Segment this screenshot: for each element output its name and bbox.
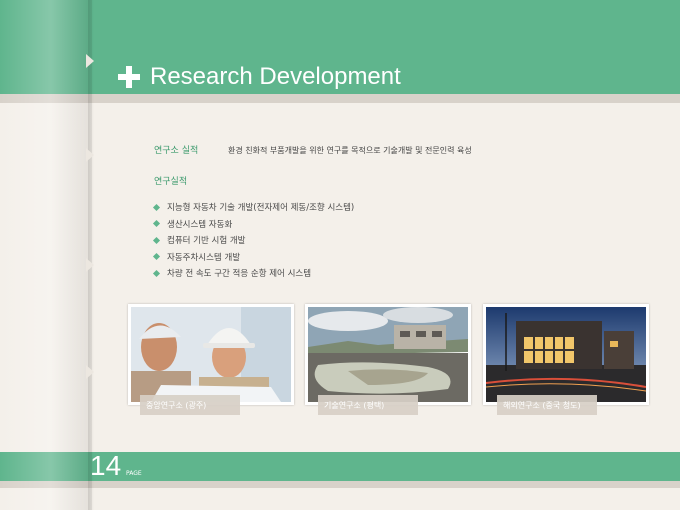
page-number: 14 (90, 450, 122, 481)
photo-engineers (128, 304, 294, 405)
photo-tech-lab (305, 304, 471, 405)
list-item: 생산시스템 자동화 (152, 216, 354, 233)
book-spine (0, 0, 92, 510)
achievement-list: 지능형 자동차 기술 개발(전자제어 제동/조향 시스템) 생산시스템 자동화 … (152, 199, 355, 282)
engineers-image (131, 307, 291, 402)
bullet-icon (152, 203, 161, 211)
intro-text: 환경 친화적 부품개발을 위한 연구를 목적으로 기술개발 및 전문인력 육성 (228, 146, 472, 155)
page-header: Research Development (118, 60, 401, 94)
page-notch (86, 365, 94, 379)
photo-caption: 기술연구소 (평택) (318, 395, 418, 415)
list-item-text: 생산시스템 자동화 (167, 219, 233, 230)
list-item: 지능형 자동차 기술 개발(전자제어 제동/조향 시스템) (152, 199, 355, 216)
spine-shadow (88, 0, 94, 510)
page-title: Research Development (150, 63, 401, 90)
photo-caption: 중앙연구소 (광주) (140, 395, 240, 415)
page-label: PAGE (126, 470, 142, 477)
page-notch (86, 54, 94, 68)
list-item-text: 차량 전 속도 구간 적응 순항 제어 시스템 (167, 269, 312, 280)
page: Research Development 연구소 실적 환경 친화적 부품개발을… (0, 0, 680, 510)
list-item-text: 지능형 자동차 기술 개발(전자제어 제동/조향 시스템) (167, 203, 355, 214)
plus-icon (118, 66, 140, 88)
tech-lab-image (308, 307, 468, 402)
intro-row: 연구소 실적 환경 친화적 부품개발을 위한 연구를 목적으로 기술개발 및 전… (154, 143, 472, 156)
bullet-icon (152, 236, 161, 244)
achievements-heading: 연구실적 (154, 177, 188, 187)
intro-label: 연구소 실적 (154, 146, 199, 156)
footer-stripe (0, 481, 680, 488)
list-item-text: 컴퓨터 기반 시험 개발 (167, 236, 246, 247)
photo-overseas-lab (483, 304, 649, 405)
list-item: 차량 전 속도 구간 적응 순항 제어 시스템 (152, 265, 354, 282)
bullet-icon (152, 220, 161, 228)
list-item: 컴퓨터 기반 시험 개발 (152, 232, 354, 249)
list-item-text: 자동주차시스템 개발 (167, 252, 241, 263)
header-stripe (0, 94, 680, 103)
list-item: 자동주차시스템 개발 (152, 249, 354, 266)
bullet-icon (152, 253, 161, 261)
page-notch (86, 258, 94, 272)
photo-caption: 해외연구소 (중국 청도) (497, 395, 597, 415)
overseas-lab-image (486, 307, 646, 402)
bullet-icon (152, 269, 161, 277)
page-notch (86, 148, 94, 162)
